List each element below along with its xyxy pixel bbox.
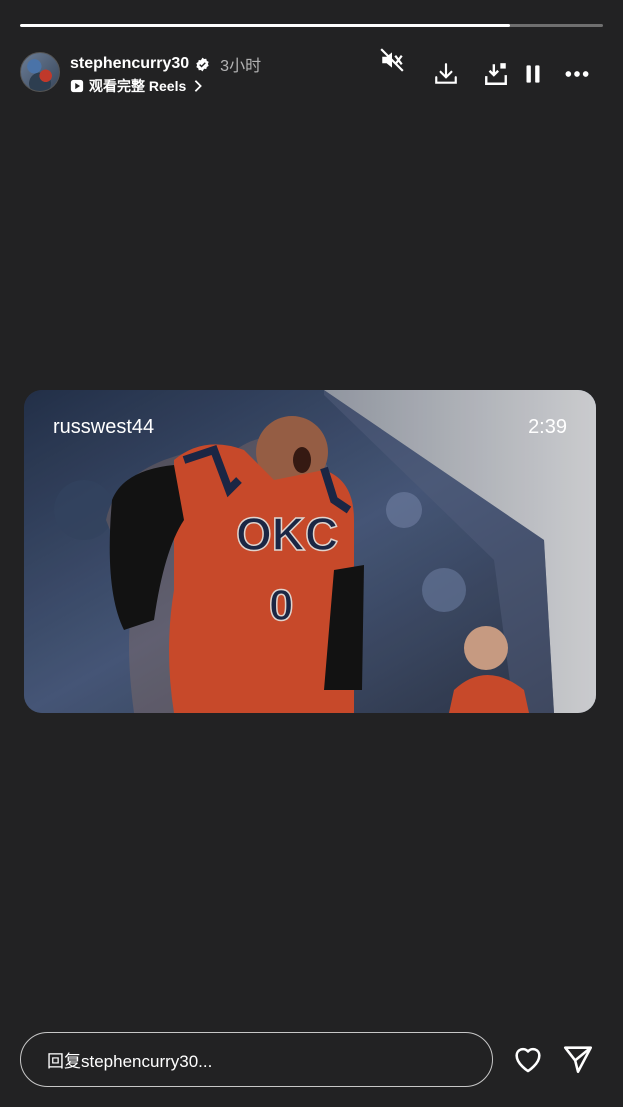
- more-button[interactable]: [563, 60, 591, 88]
- share-button[interactable]: [561, 1042, 595, 1076]
- story-progress-fill: [20, 24, 510, 27]
- avatar[interactable]: [20, 52, 60, 92]
- user-line: stephencurry30 3小时: [70, 52, 261, 76]
- save-button[interactable]: [482, 60, 510, 88]
- username[interactable]: stephencurry30: [70, 55, 189, 73]
- post-time: 3小时: [220, 58, 262, 75]
- pause-icon: [526, 65, 540, 83]
- like-button[interactable]: [511, 1042, 545, 1076]
- reel-duration: 2:39: [528, 416, 567, 438]
- reel-author: russwest44: [53, 416, 155, 438]
- watch-reels-link[interactable]: 观看完整 Reels: [70, 76, 205, 96]
- story-progress-bar: [20, 24, 603, 27]
- download-button[interactable]: [432, 60, 460, 88]
- reply-placeholder: 回复stephencurry30...: [47, 1052, 213, 1071]
- download-icon: [435, 63, 457, 84]
- chevron-right-icon: [195, 80, 203, 92]
- play-square-icon: [70, 79, 84, 93]
- reply-input[interactable]: 回复stephencurry30...: [20, 1032, 493, 1087]
- shared-reel-card[interactable]: OKC 0 russwest44 2:39: [24, 390, 596, 713]
- more-icon: [565, 71, 589, 77]
- send-icon: [563, 1046, 593, 1074]
- story-header: stephencurry30 3小时 观看完整 Reels: [20, 48, 603, 96]
- pause-button[interactable]: [519, 60, 547, 88]
- mute-button[interactable]: [378, 46, 406, 74]
- save-icon: [485, 63, 507, 85]
- heart-icon: [515, 1047, 541, 1073]
- verified-badge-icon: [196, 57, 209, 71]
- watch-reels-label: 观看完整 Reels: [89, 78, 187, 94]
- speaker-muted-icon: [380, 48, 404, 72]
